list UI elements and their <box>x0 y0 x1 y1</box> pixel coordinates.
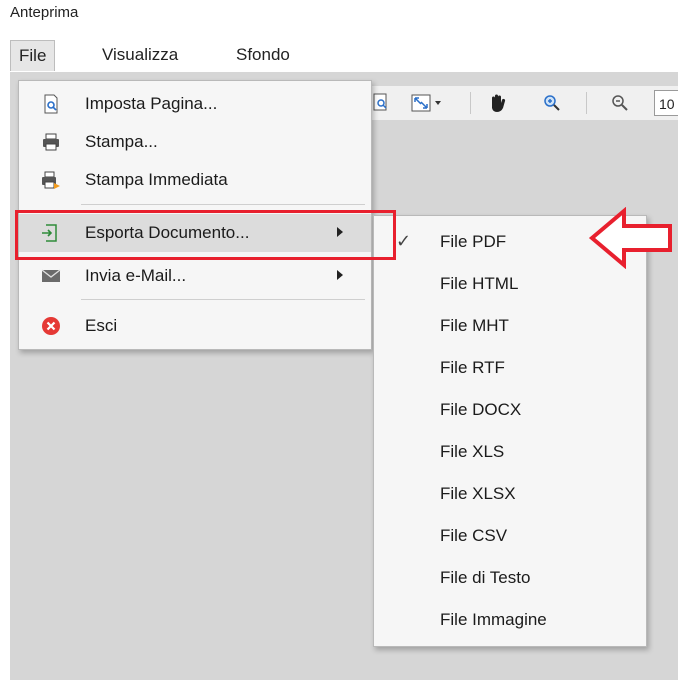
fit-page-dropdown[interactable] <box>408 86 448 120</box>
export-submenu: ✓ File PDF File HTML File MHT File RTF F… <box>373 215 647 647</box>
menu-item-stampa-immediata[interactable]: Stampa Immediata <box>19 161 371 199</box>
submenu-item-rtf[interactable]: File RTF <box>374 347 646 389</box>
submenu-item-label: File DOCX <box>440 400 522 419</box>
menu-item-label: Stampa... <box>85 132 158 151</box>
submenu-item-label: File Immagine <box>440 610 547 629</box>
submenu-item-xlsx[interactable]: File XLSX <box>374 473 646 515</box>
menu-visualizza[interactable]: Visualizza <box>94 40 186 70</box>
exit-icon <box>42 317 60 335</box>
menu-item-invia-email[interactable]: Invia e-Mail... <box>19 257 371 295</box>
quick-print-icon <box>42 171 60 189</box>
window-title: Anteprima <box>10 4 79 21</box>
submenu-item-immagine[interactable]: File Immagine <box>374 599 646 641</box>
submenu-item-csv[interactable]: File CSV <box>374 515 646 557</box>
toolbar: 10 <box>368 86 678 120</box>
submenu-item-testo[interactable]: File di Testo <box>374 557 646 599</box>
submenu-item-xls[interactable]: File XLS <box>374 431 646 473</box>
menu-item-stampa[interactable]: Stampa... <box>19 123 371 161</box>
toolbar-separator <box>586 92 587 114</box>
page-setup-icon <box>44 94 58 114</box>
submenu-item-label: File XLSX <box>440 484 516 503</box>
zoom-out-icon[interactable] <box>606 86 634 120</box>
submenu-item-label: File HTML <box>440 274 519 293</box>
submenu-item-label: File PDF <box>440 232 507 251</box>
menu-item-imposta-pagina[interactable]: Imposta Pagina... <box>19 85 371 123</box>
menu-sfondo[interactable]: Sfondo <box>228 40 298 70</box>
hand-tool-icon[interactable] <box>484 86 512 120</box>
submenu-item-mht[interactable]: File MHT <box>374 305 646 347</box>
submenu-item-label: File MHT <box>440 316 509 335</box>
zoom-in-icon[interactable] <box>538 86 566 120</box>
menu-item-label: Esci <box>85 316 118 335</box>
menu-item-label: Stampa Immediata <box>85 170 228 189</box>
submenu-item-label: File CSV <box>440 526 508 545</box>
toolbar-separator <box>470 92 471 114</box>
submenu-arrow-icon <box>337 270 343 280</box>
menu-bar: File Visualizza Sfondo <box>10 38 678 72</box>
menu-item-esci[interactable]: Esci <box>19 307 371 345</box>
annotation-arrow-icon <box>588 207 672 269</box>
submenu-item-docx[interactable]: File DOCX <box>374 389 646 431</box>
printer-icon <box>43 133 59 151</box>
menu-file[interactable]: File <box>10 40 56 71</box>
submenu-item-html[interactable]: File HTML <box>374 263 646 305</box>
menu-divider <box>81 299 365 300</box>
submenu-item-label: File di Testo <box>440 568 531 587</box>
submenu-item-label: File XLS <box>440 442 505 461</box>
envelope-icon <box>41 269 61 282</box>
submenu-item-label: File RTF <box>440 358 505 377</box>
checkmark-icon: ✓ <box>396 231 412 251</box>
zoom-field[interactable]: 10 <box>654 90 678 116</box>
highlight-annotation-box <box>15 210 396 260</box>
menu-divider <box>81 204 365 205</box>
menu-item-label: Imposta Pagina... <box>85 94 218 113</box>
menu-item-label: Invia e-Mail... <box>85 266 187 285</box>
